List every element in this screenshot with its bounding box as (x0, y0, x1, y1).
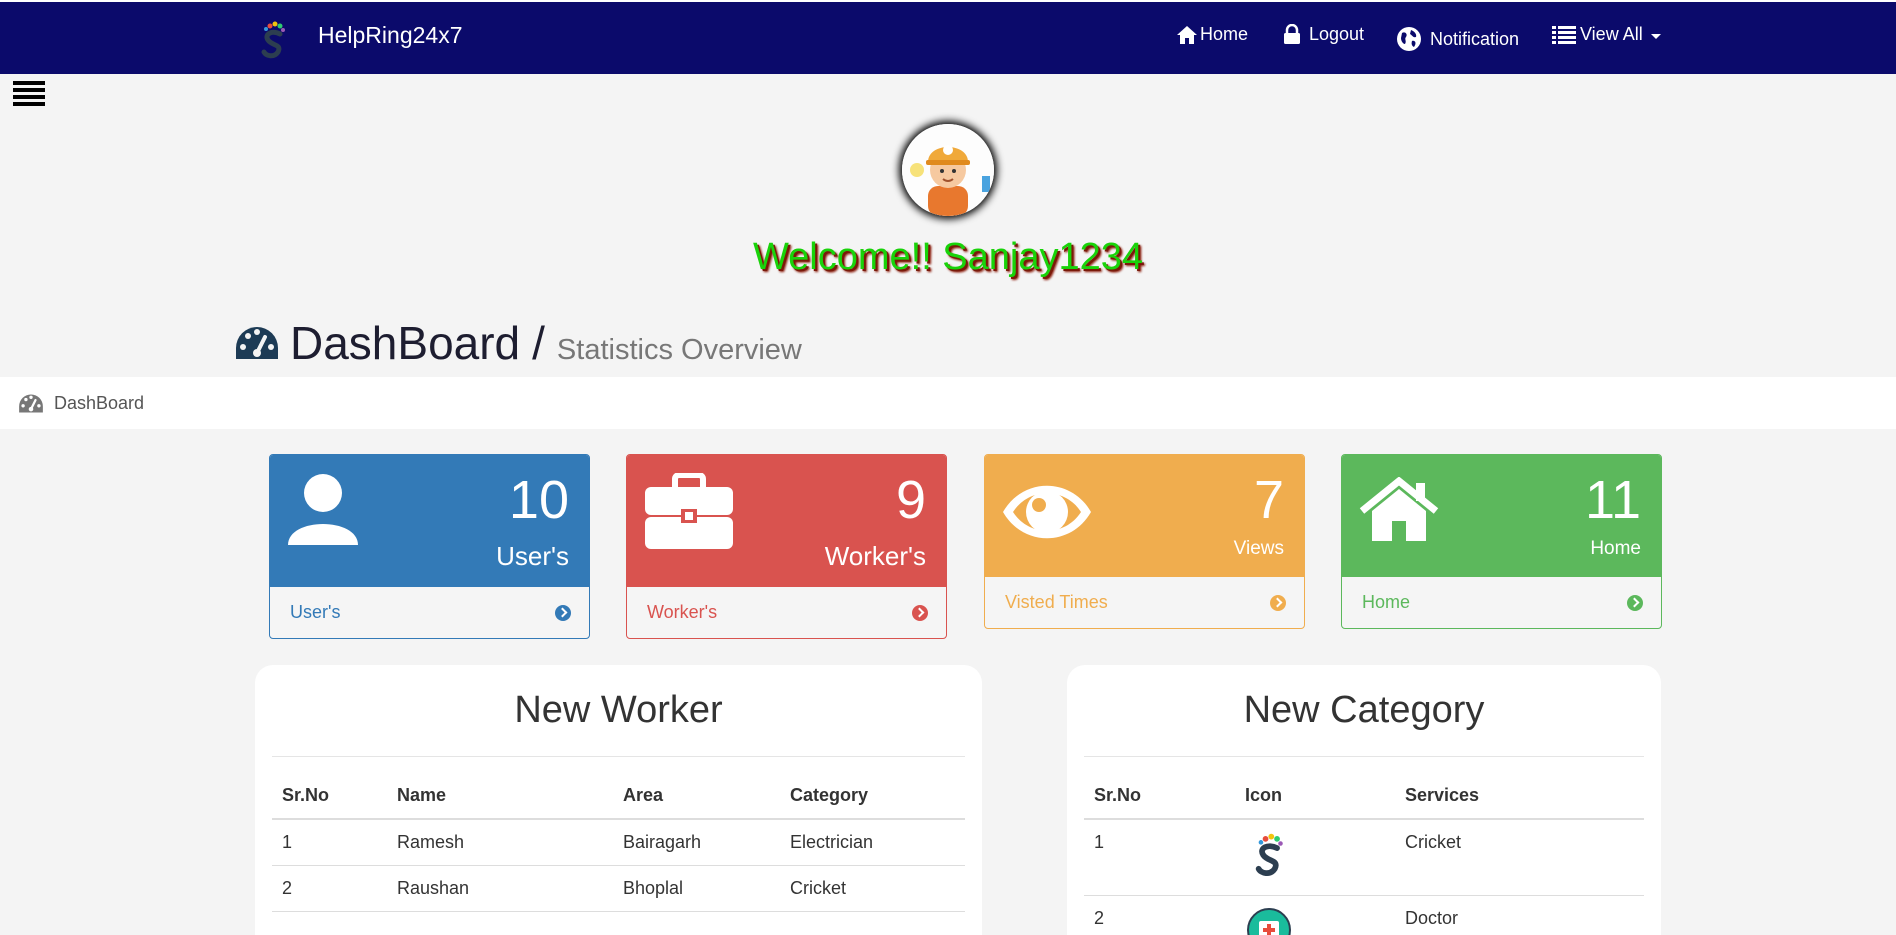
table-cell: Cricket (1395, 819, 1644, 896)
page-subtitle: Statistics Overview (556, 334, 802, 366)
views-details-link[interactable]: Visted Times (985, 577, 1304, 628)
column-header: Services (1395, 785, 1644, 820)
workers-card-header: 9 Worker's (627, 455, 946, 587)
table-row: 1 Cricket (1084, 819, 1644, 896)
lock-icon (1284, 24, 1300, 44)
dashboard-gauge-icon (236, 327, 278, 359)
new-category-title: New Category (1084, 665, 1644, 757)
workers-count: 9 (895, 470, 926, 530)
users-card-header: 10 User's (270, 455, 589, 587)
nav-home-link[interactable]: Home (1176, 24, 1248, 45)
table-row: 1 Ramesh Bairagarh Electrician (272, 819, 965, 866)
table-cell: 1 (272, 819, 387, 866)
users-stat-card: 10 User's User's (269, 454, 590, 639)
table-cell: Ramesh (387, 819, 613, 866)
table-cell (1235, 819, 1395, 896)
nav-logout-label: Logout (1309, 24, 1365, 44)
list-icon (1552, 25, 1576, 44)
column-header: Category (780, 785, 965, 820)
table-header-row: Sr.No Name Area Category (272, 785, 965, 820)
dashboard-gauge-icon (19, 393, 43, 413)
table-cell: 1 (1084, 819, 1235, 896)
table-cell: 2 (1084, 895, 1235, 935)
page-title: DashBoard (290, 317, 521, 369)
new-worker-panel: New Worker Sr.No Name Area Category 1 Ra… (255, 665, 982, 935)
table-header-row: Sr.No Icon Services (1084, 785, 1644, 820)
table-row: 2 Doctor (1084, 895, 1644, 935)
nav-view-all-label: View All (1580, 24, 1643, 44)
users-label: User's (496, 541, 569, 571)
nav-view-all-dropdown[interactable]: View All (1552, 24, 1661, 45)
column-header: Sr.No (272, 785, 387, 820)
workers-footer-label: Worker's (647, 602, 718, 622)
home-details-link[interactable]: Home (1342, 577, 1661, 628)
user-avatar (902, 124, 994, 216)
eye-icon (1003, 485, 1091, 539)
caret-down-icon (1650, 33, 1661, 39)
nav-notification-label: Notification (1430, 28, 1520, 49)
column-header: Sr.No (1084, 785, 1235, 820)
doctor-kit-icon (1247, 908, 1291, 935)
table-cell: Electrician (780, 819, 965, 866)
home-stat-card: 11 Home Home (1341, 454, 1662, 629)
arrow-circle-right-icon (1627, 594, 1643, 611)
views-label: Views (1233, 538, 1284, 559)
brand-s-logo-icon (1255, 833, 1283, 876)
page-heading: DashBoard / Statistics Overview (234, 316, 802, 370)
nav-home-label: Home (1200, 24, 1249, 44)
home-icon (1177, 25, 1197, 44)
nav-logout-link[interactable]: Logout (1283, 24, 1364, 45)
home-card-header: 11 Home (1342, 455, 1661, 577)
welcome-message: Welcome!! Sanjay1234 (752, 236, 1144, 278)
arrow-circle-right-icon (555, 604, 571, 621)
workers-stat-card: 9 Worker's Worker's (626, 454, 947, 639)
worker-avatar-icon (902, 124, 994, 216)
users-count: 10 (508, 470, 569, 530)
new-category-table: Sr.No Icon Services 1 Cricket 2 Doctor (1084, 785, 1644, 935)
top-navbar: HelpRing24x7 Home Logout Notification Vi… (0, 0, 1896, 74)
home-footer-label: Home (1362, 592, 1411, 612)
views-footer-label: Visted Times (1005, 592, 1108, 612)
page-title-separator: / (532, 317, 545, 369)
user-icon (288, 474, 358, 545)
nav-notification-link[interactable]: Notification (1396, 26, 1519, 52)
column-header: Area (613, 785, 780, 820)
home-label: Home (1590, 538, 1641, 559)
users-footer-label: User's (290, 602, 341, 622)
breadcrumb-item-dashboard[interactable]: DashBoard (54, 393, 144, 414)
table-cell: 2 (272, 865, 387, 912)
new-worker-title: New Worker (272, 665, 965, 757)
brand-name[interactable]: HelpRing24x7 (318, 22, 462, 49)
new-worker-table: Sr.No Name Area Category 1 Ramesh Bairag… (272, 785, 965, 912)
table-cell: Bhoplal (613, 865, 780, 912)
workers-details-link[interactable]: Worker's (627, 587, 946, 638)
arrow-circle-right-icon (1270, 594, 1286, 611)
table-row: 2 Raushan Bhoplal Cricket (272, 865, 965, 912)
views-count: 7 (1253, 470, 1284, 530)
new-category-panel: New Category Sr.No Icon Services 1 Crick… (1067, 665, 1661, 935)
home-icon (1359, 477, 1439, 541)
column-header: Icon (1235, 785, 1395, 820)
workers-label: Worker's (824, 541, 926, 571)
table-cell: Bairagarh (613, 819, 780, 866)
views-stat-card: 7 Views Visted Times (984, 454, 1305, 629)
arrow-circle-right-icon (912, 604, 928, 621)
breadcrumb: DashBoard (0, 377, 1896, 429)
sidebar-toggle-button[interactable] (13, 81, 45, 107)
briefcase-icon (645, 473, 733, 549)
home-count: 11 (1584, 470, 1641, 530)
brand-logo-icon[interactable] (258, 20, 288, 60)
column-header: Name (387, 785, 613, 820)
views-card-header: 7 Views (985, 455, 1304, 577)
table-cell (1235, 895, 1395, 935)
users-details-link[interactable]: User's (270, 587, 589, 638)
table-cell: Cricket (780, 865, 965, 912)
globe-icon (1397, 27, 1421, 51)
table-cell: Doctor (1395, 895, 1644, 935)
table-cell: Raushan (387, 865, 613, 912)
